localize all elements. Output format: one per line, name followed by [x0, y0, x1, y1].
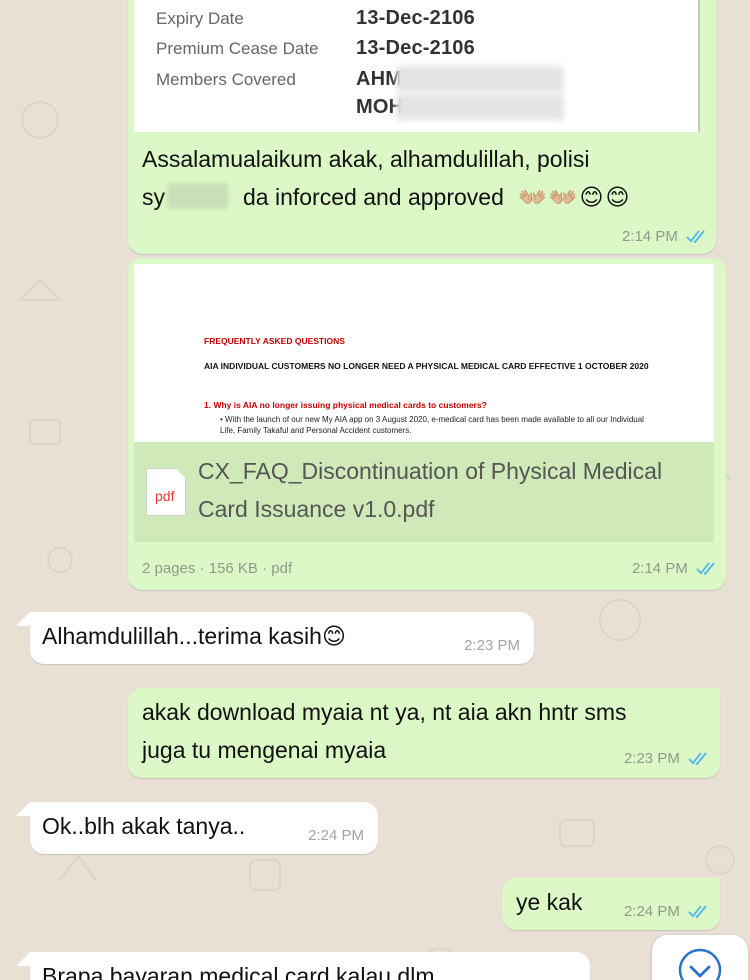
message-text-fragment: da inforced and approved: [243, 184, 504, 210]
pdf-icon-label: pdf: [155, 488, 175, 504]
pdf-page-preview[interactable]: FREQUENTLY ASKED QUESTIONS AIA INDIVIDUA…: [134, 264, 714, 442]
message-outgoing-yekak[interactable]: ye kak 2:24 PM: [502, 878, 720, 930]
premium-cease-date-value: 13-Dec-2106: [356, 37, 475, 59]
redaction-blur: [396, 94, 564, 120]
message-text: Brapa bayaran medical card kalau dlm: [42, 963, 435, 980]
message-text: Alhamdulillah...terima kasih😊: [42, 623, 346, 649]
message-incoming-question[interactable]: Ok..blh akak tanya.. 2:24 PM: [30, 802, 378, 854]
time-text: 2:14 PM: [621, 228, 678, 245]
pdf-preview-title: AIA INDIVIDUAL CUSTOMERS NO LONGER NEED …: [204, 361, 649, 371]
pdf-file-bar[interactable]: pdf CX_FAQ_Discontinuation of Physical M…: [134, 442, 714, 542]
pdf-preview-body-text: With the launch of our new My AIA app on…: [220, 415, 644, 435]
time-text: 2:24 PM: [623, 903, 680, 920]
message-timestamp: 2:23 PM: [624, 750, 708, 767]
message-pdf-document[interactable]: FREQUENTLY ASKED QUESTIONS AIA INDIVIDUA…: [128, 258, 726, 590]
expiry-date-label: Expiry Date: [156, 9, 244, 28]
pdf-file-icon: pdf: [146, 468, 186, 516]
message-outgoing-myaia[interactable]: akak download myaia nt ya, nt aia akn hn…: [128, 688, 720, 778]
pdf-page-count: 2 pages: [142, 560, 196, 577]
message-text: ye kak: [516, 889, 583, 915]
expiry-date-value: 13-Dec-2106: [356, 7, 475, 29]
pdf-preview-question: 1. Why is AIA no longer issuing physical…: [204, 400, 487, 410]
emoji-hands-smiles: 👐🏼👐🏼😊😊: [518, 184, 632, 210]
message-incoming-price[interactable]: Brapa bayaran medical card kalau dlm: [30, 952, 590, 980]
double-check-icon: [688, 752, 707, 765]
time-text: 2:23 PM: [623, 750, 680, 767]
message-timestamp: 2:23 PM: [464, 637, 520, 654]
double-check-icon: [686, 230, 705, 243]
bubble-tail: [16, 952, 30, 966]
separator: ·: [262, 560, 268, 577]
premium-cease-date-label: Premium Cease Date: [156, 39, 319, 58]
message-text-line2: juga tu mengenai myaia: [142, 737, 387, 763]
message-timestamp: 2:24 PM: [624, 903, 708, 920]
double-check-icon: [688, 905, 707, 918]
bubble-tail: [16, 612, 30, 626]
members-covered-label: Members Covered: [156, 70, 296, 89]
redaction-blur: [167, 183, 229, 209]
time-text: 2:24 PM: [308, 827, 364, 844]
double-check-icon: [696, 562, 715, 575]
pdf-preview-body: • With the launch of our new My AIA app …: [220, 415, 644, 435]
message-text-line2: sy da inforced and approved 👐🏼👐🏼😊😊: [142, 178, 632, 216]
policy-card: Expiry Date 13-Dec-2106 Premium Cease Da…: [134, 0, 700, 132]
pdf-file-name: CX_FAQ_Discontinuation of Physical Medic…: [198, 458, 663, 522]
time-text: 2:23 PM: [464, 637, 520, 654]
message-text-line1: Assalamualaikum akak, alhamdulillah, pol…: [142, 146, 590, 172]
bubble-tail: [16, 802, 30, 816]
scroll-to-bottom-button[interactable]: [652, 935, 748, 980]
chevron-down-icon: [678, 948, 722, 980]
message-incoming-thanks[interactable]: Alhamdulillah...terima kasih😊 2:23 PM: [30, 612, 534, 664]
message-timestamp: 2:24 PM: [308, 827, 364, 844]
time-text: 2:14 PM: [631, 560, 688, 577]
message-text-fragment: sy: [142, 184, 165, 210]
pdf-file-info: 2 pages · 156 KB · pdf: [142, 560, 292, 577]
message-timestamp: 2:14 PM: [632, 560, 716, 577]
separator: ·: [199, 560, 205, 577]
message-text: Ok..blh akak tanya..: [42, 813, 246, 839]
message-policy-approved[interactable]: Expiry Date 13-Dec-2106 Premium Cease Da…: [128, 0, 716, 254]
pdf-preview-heading: FREQUENTLY ASKED QUESTIONS: [204, 336, 345, 346]
message-timestamp: 2:14 PM: [622, 228, 706, 245]
message-text-line1: akak download myaia nt ya, nt aia akn hn…: [142, 699, 627, 725]
pdf-file-size: 156 KB: [208, 560, 258, 577]
pdf-file-type: pdf: [271, 560, 293, 577]
redaction-blur: [396, 66, 564, 92]
